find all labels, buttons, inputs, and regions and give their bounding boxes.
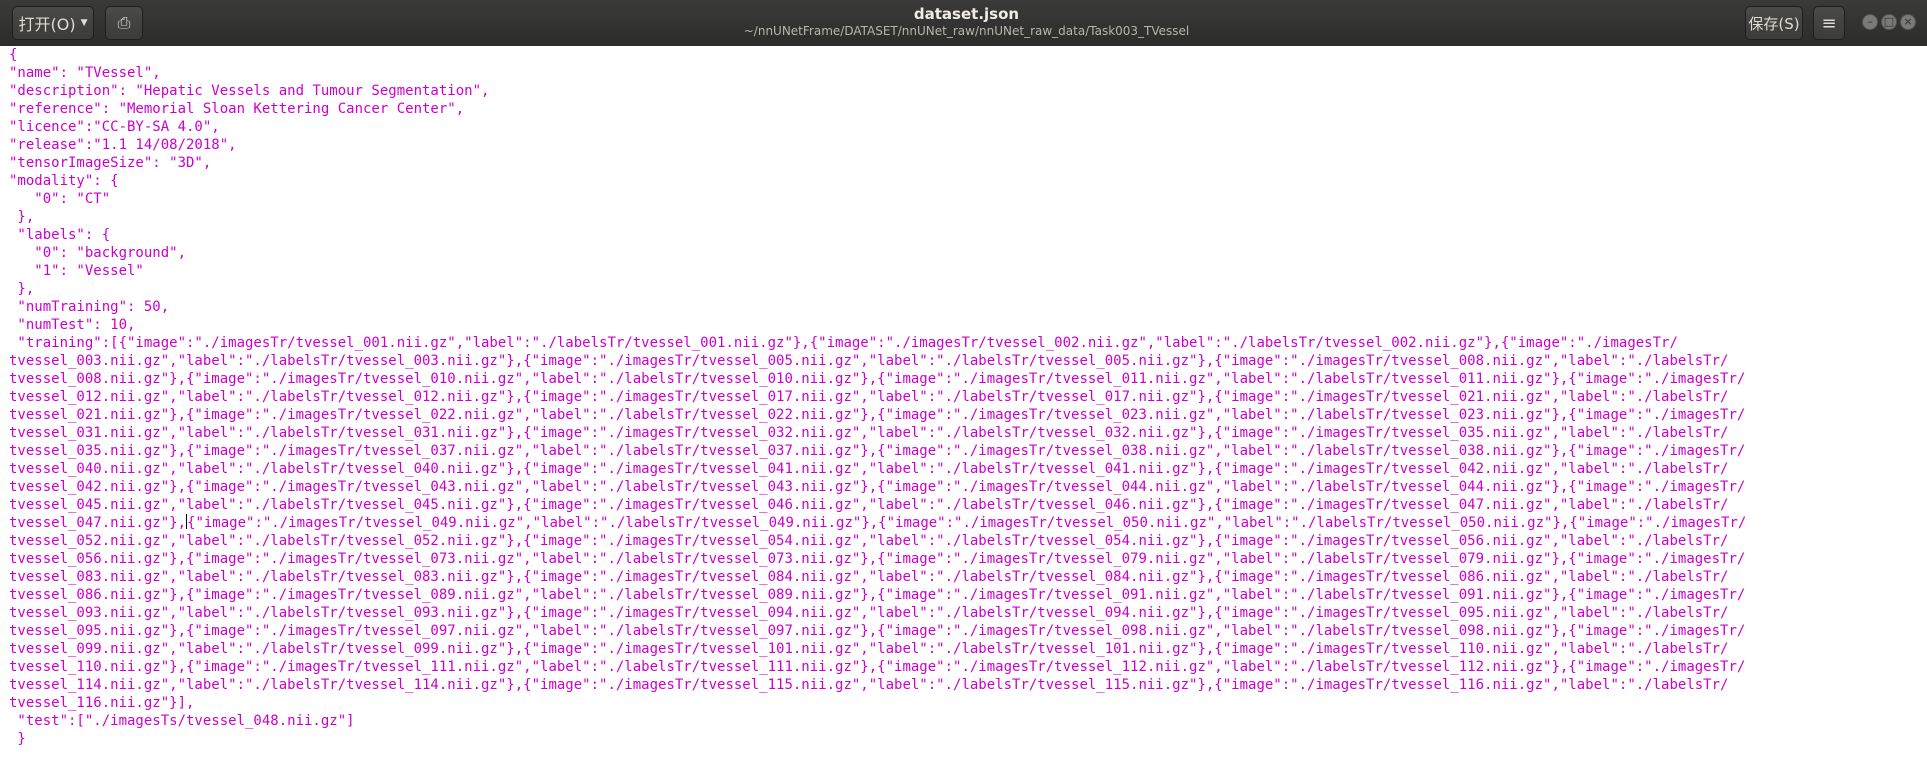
- code-line[interactable]: "1": "Vessel": [9, 262, 1927, 280]
- code-line-text: tvessel_056.nii.gz"},{"image":"./imagesT…: [9, 551, 1746, 567]
- code-line[interactable]: tvessel_083.nii.gz","label":"./labelsTr/…: [9, 568, 1927, 586]
- code-line-text: "description": "Hepatic Vessels and Tumo…: [9, 83, 490, 99]
- code-line-text: "0": "background",: [9, 245, 187, 261]
- code-line[interactable]: "numTest": 10,: [9, 316, 1927, 334]
- code-line-text: tvessel_114.nii.gz","label":"./labelsTr/…: [9, 677, 1729, 693]
- code-line-text: "labels": {: [9, 227, 111, 243]
- save-button[interactable]: 保存(S): [1745, 6, 1803, 40]
- code-line[interactable]: tvessel_095.nii.gz"},{"image":"./imagesT…: [9, 622, 1927, 640]
- window-title: dataset.json: [913, 5, 1020, 23]
- code-line-text: "training":[{"image":"./imagesTr/tvessel…: [9, 335, 1678, 351]
- code-line-text: "release":"1.1 14/08/2018",: [9, 137, 237, 153]
- new-document-button[interactable]: ⎙: [105, 6, 143, 40]
- code-line[interactable]: "0": "background",: [9, 244, 1927, 262]
- code-line-text: "name": "TVessel",: [9, 65, 161, 81]
- code-line-text: tvessel_086.nii.gz"},{"image":"./imagesT…: [9, 587, 1746, 603]
- code-line[interactable]: tvessel_093.nii.gz","label":"./labelsTr/…: [9, 604, 1927, 622]
- code-line-text: tvessel_012.nii.gz","label":"./labelsTr/…: [9, 389, 1729, 405]
- code-line-text: {: [9, 47, 18, 63]
- code-line[interactable]: tvessel_086.nii.gz"},{"image":"./imagesT…: [9, 586, 1927, 604]
- code-line-text: "test":["./imagesTs/tvessel_048.nii.gz"]: [9, 713, 355, 729]
- code-line[interactable]: tvessel_008.nii.gz"},{"image":"./imagesT…: [9, 370, 1927, 388]
- code-line[interactable]: tvessel_040.nii.gz","label":"./labelsTr/…: [9, 460, 1927, 478]
- hamburger-menu-button[interactable]: ≡: [1813, 6, 1845, 40]
- code-line-text: "numTest": 10,: [9, 317, 136, 333]
- chevron-down-icon: ▼: [80, 18, 88, 28]
- code-line-text: tvessel_040.nii.gz","label":"./labelsTr/…: [9, 461, 1729, 477]
- code-line[interactable]: "training":[{"image":"./imagesTr/tvessel…: [9, 334, 1927, 352]
- code-line[interactable]: tvessel_052.nii.gz","label":"./labelsTr/…: [9, 532, 1927, 550]
- window-title-area: dataset.json ~/nnUNetFrame/DATASET/nnUNe…: [600, 6, 1333, 39]
- open-button-label: 打开(O): [18, 15, 76, 34]
- code-line[interactable]: "reference": "Memorial Sloan Kettering C…: [9, 100, 1927, 118]
- code-line-text: "numTraining": 50,: [9, 299, 170, 315]
- code-line-text: tvessel_031.nii.gz","label":"./labelsTr/…: [9, 425, 1729, 441]
- code-line-text: tvessel_008.nii.gz"},{"image":"./imagesT…: [9, 371, 1746, 387]
- minimize-icon: –: [1867, 15, 1873, 28]
- code-line[interactable]: tvessel_045.nii.gz","label":"./labelsTr/…: [9, 496, 1927, 514]
- code-line-text: "modality": {: [9, 173, 119, 189]
- code-line[interactable]: "0": "CT": [9, 190, 1927, 208]
- code-line-text: },: [9, 209, 35, 225]
- code-line[interactable]: },: [9, 208, 1927, 226]
- code-line-text: tvessel_083.nii.gz","label":"./labelsTr/…: [9, 569, 1729, 585]
- code-line[interactable]: {: [9, 46, 1927, 64]
- code-line-text: tvessel_099.nii.gz","label":"./labelsTr/…: [9, 641, 1729, 657]
- code-line-text: "0": "CT": [9, 191, 111, 207]
- header-bar: 打开(O) ▼ ⎙ dataset.json ~/nnUNetFrame/DAT…: [0, 0, 1927, 46]
- maximize-window-button[interactable]: □: [1881, 14, 1897, 30]
- code-line[interactable]: tvessel_114.nii.gz","label":"./labelsTr/…: [9, 676, 1927, 694]
- code-line[interactable]: "modality": {: [9, 172, 1927, 190]
- code-line[interactable]: tvessel_047.nii.gz"},{"image":"./imagesT…: [9, 514, 1927, 532]
- code-line-text: tvessel_095.nii.gz"},{"image":"./imagesT…: [9, 623, 1746, 639]
- open-button[interactable]: 打开(O) ▼: [12, 6, 94, 40]
- code-line[interactable]: tvessel_035.nii.gz"},{"image":"./imagesT…: [9, 442, 1927, 460]
- code-line[interactable]: tvessel_099.nii.gz","label":"./labelsTr/…: [9, 640, 1927, 658]
- code-line[interactable]: "tensorImageSize": "3D",: [9, 154, 1927, 172]
- code-line[interactable]: "numTraining": 50,: [9, 298, 1927, 316]
- code-line-text: tvessel_045.nii.gz","label":"./labelsTr/…: [9, 497, 1729, 513]
- code-line[interactable]: tvessel_021.nii.gz"},{"image":"./imagesT…: [9, 406, 1927, 424]
- code-line[interactable]: "test":["./imagesTs/tvessel_048.nii.gz"]: [9, 712, 1927, 730]
- window-path: ~/nnUNetFrame/DATASET/nnUNet_raw/nnUNet_…: [743, 24, 1190, 38]
- text-editor-area[interactable]: { "name": "TVessel", "description": "Hepat…: [0, 46, 1927, 775]
- code-line[interactable]: tvessel_042.nii.gz"},{"image":"./imagesT…: [9, 478, 1927, 496]
- code-line-text: tvessel_021.nii.gz"},{"image":"./imagesT…: [9, 407, 1746, 423]
- code-line-text: tvessel_093.nii.gz","label":"./labelsTr/…: [9, 605, 1729, 621]
- document-pin-icon: ⎙: [117, 13, 131, 32]
- code-line-text: tvessel_003.nii.gz","label":"./labelsTr/…: [9, 353, 1729, 369]
- code-line[interactable]: "labels": {: [9, 226, 1927, 244]
- code-line-text: tvessel_116.nii.gz"}],: [9, 695, 195, 711]
- code-line-text: "1": "Vessel": [9, 263, 144, 279]
- code-line-text: }: [9, 731, 26, 747]
- code-line[interactable]: },: [9, 280, 1927, 298]
- code-line[interactable]: tvessel_031.nii.gz","label":"./labelsTr/…: [9, 424, 1927, 442]
- code-line-text: },: [9, 281, 35, 297]
- close-window-button[interactable]: ×: [1900, 14, 1916, 30]
- code-line-text: tvessel_052.nii.gz","label":"./labelsTr/…: [9, 533, 1729, 549]
- hamburger-menu-icon: ≡: [1821, 12, 1837, 34]
- code-line-text: tvessel_035.nii.gz"},{"image":"./imagesT…: [9, 443, 1746, 459]
- code-line[interactable]: "description": "Hepatic Vessels and Tumo…: [9, 82, 1927, 100]
- minimize-window-button[interactable]: –: [1862, 14, 1878, 30]
- code-line[interactable]: }: [9, 730, 1927, 748]
- code-line[interactable]: "name": "TVessel",: [9, 64, 1927, 82]
- code-line[interactable]: tvessel_056.nii.gz"},{"image":"./imagesT…: [9, 550, 1927, 568]
- code-line-text: tvessel_047.nii.gz"},: [9, 515, 187, 531]
- code-line[interactable]: tvessel_003.nii.gz","label":"./labelsTr/…: [9, 352, 1927, 370]
- code-line-text: tvessel_110.nii.gz"},{"image":"./imagesT…: [9, 659, 1746, 675]
- code-line-text: "tensorImageSize": "3D",: [9, 155, 212, 171]
- code-line-text: {"image":"./imagesTr/tvessel_049.nii.gz"…: [187, 515, 1747, 531]
- code-line-text: tvessel_042.nii.gz"},{"image":"./imagesT…: [9, 479, 1746, 495]
- code-line[interactable]: "release":"1.1 14/08/2018",: [9, 136, 1927, 154]
- maximize-icon: □: [1883, 15, 1895, 28]
- code-line[interactable]: tvessel_012.nii.gz","label":"./labelsTr/…: [9, 388, 1927, 406]
- code-line[interactable]: "licence":"CC-BY-SA 4.0",: [9, 118, 1927, 136]
- code-line[interactable]: tvessel_116.nii.gz"}],: [9, 694, 1927, 712]
- code-line-text: "reference": "Memorial Sloan Kettering C…: [9, 101, 465, 117]
- code-line[interactable]: tvessel_110.nii.gz"},{"image":"./imagesT…: [9, 658, 1927, 676]
- close-icon: ×: [1903, 15, 1913, 28]
- save-button-label: 保存(S): [1748, 14, 1800, 33]
- code-line-text: "licence":"CC-BY-SA 4.0",: [9, 119, 220, 135]
